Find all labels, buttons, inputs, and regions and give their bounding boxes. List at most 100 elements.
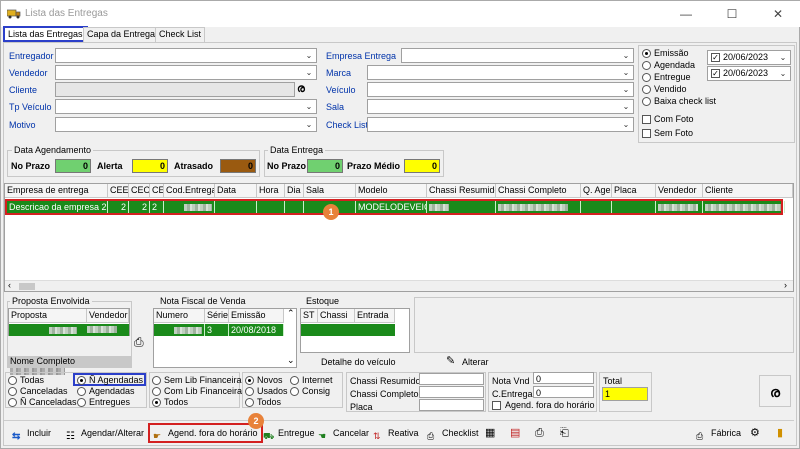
agendada-radio[interactable] — [642, 61, 651, 70]
scroll-down-icon[interactable]: ⌄ — [287, 355, 295, 366]
incluir-button[interactable]: ⇆ Incluir — [12, 425, 51, 442]
col-chassi-completo[interactable]: Chassi Completo — [496, 184, 581, 198]
chassi-resumido-input[interactable] — [419, 373, 484, 385]
col-empresa[interactable]: Empresa de entrega — [5, 184, 108, 198]
col-st[interactable]: ST — [301, 309, 318, 323]
sala-select[interactable]: ⌄ — [367, 99, 634, 114]
exit-door-icon[interactable]: ▮ — [777, 425, 783, 442]
tp-veiculo-select[interactable]: ⌄ — [55, 99, 317, 114]
baixa-radio[interactable] — [642, 97, 651, 106]
print-preview-icon[interactable]: ⎗ — [560, 425, 569, 442]
todos-novos-radio[interactable] — [245, 398, 254, 407]
agend-fora-checkbox[interactable] — [492, 401, 501, 410]
scroll-thumb[interactable] — [19, 283, 35, 290]
entregador-select[interactable]: ⌄ — [55, 48, 317, 63]
chassi-completo-input[interactable] — [419, 386, 484, 398]
entregues-radio[interactable] — [77, 398, 86, 407]
col-sala[interactable]: Sala — [304, 184, 356, 198]
binoculars-search-button[interactable]: ര — [759, 375, 791, 407]
sem-lib-radio[interactable] — [152, 376, 161, 385]
horizontal-scrollbar[interactable]: ‹ › — [5, 280, 793, 291]
placa-input[interactable] — [419, 399, 484, 411]
check-list-select[interactable]: ⌄ — [367, 117, 634, 132]
scroll-left-icon[interactable]: ‹ — [8, 280, 11, 290]
scroll-up-icon[interactable]: ⌃ — [287, 308, 295, 319]
tab-lista-entregas[interactable]: Lista das Entregas — [3, 26, 88, 42]
vendido-radio[interactable] — [642, 85, 651, 94]
entregue-button[interactable]: ⛟ Entregue — [263, 425, 315, 442]
col-modelo[interactable]: Modelo — [356, 184, 427, 198]
emissao-radio[interactable] — [642, 49, 651, 58]
alterar-label[interactable]: Alterar — [462, 357, 489, 367]
report-icon[interactable]: ▦ — [485, 425, 495, 442]
col-cod-entrega[interactable]: Cod.Entrega — [164, 184, 215, 198]
entregue-radio[interactable] — [642, 73, 651, 82]
entregas-grid[interactable]: Empresa de entrega CEE CEO CE Cod.Entreg… — [4, 183, 794, 292]
col-numero[interactable]: Numero — [154, 309, 205, 323]
col-placa[interactable]: Placa — [612, 184, 656, 198]
col-chassi[interactable]: Chassi — [318, 309, 355, 323]
marca-select[interactable]: ⌄ — [367, 65, 634, 80]
settings-icon[interactable]: ⚙ — [750, 425, 760, 442]
col-ceo[interactable]: CEO — [129, 184, 150, 198]
agendadas-radio[interactable] — [77, 387, 86, 396]
date-to-picker[interactable]: ✓ 20/06/2023 ⌄ — [707, 66, 791, 81]
usados-radio[interactable] — [245, 387, 254, 396]
minimize-button[interactable]: — — [663, 1, 709, 27]
col-entrada[interactable]: Entrada — [355, 309, 395, 323]
col-proposta[interactable]: Proposta — [9, 309, 87, 323]
checkbox-checked-icon[interactable]: ✓ — [711, 69, 720, 78]
table-row[interactable] — [301, 324, 395, 336]
binoculars-icon[interactable]: ര — [297, 83, 305, 96]
date-from-picker[interactable]: ✓ 20/06/2023 ⌄ — [707, 50, 791, 65]
n-canceladas-radio[interactable] — [8, 398, 17, 407]
alterar-icon[interactable]: ✎ — [446, 354, 455, 367]
veiculo-select[interactable]: ⌄ — [367, 82, 634, 97]
canceladas-radio[interactable] — [8, 387, 17, 396]
table-row[interactable]: Descricao da empresa 2 2 2 2 MODELODEVEI… — [5, 199, 785, 215]
col-ce[interactable]: CE — [150, 184, 164, 198]
empresa-select[interactable]: ⌄ — [401, 48, 634, 63]
scroll-right-icon[interactable]: › — [784, 280, 787, 290]
col-hora[interactable]: Hora — [257, 184, 285, 198]
col-q-age[interactable]: Q. Age — [581, 184, 612, 198]
printer-icon[interactable]: ⎙ — [535, 425, 544, 442]
proposta-grid[interactable]: Proposta Vendedor — [8, 308, 130, 336]
table-row[interactable]: 3 20/08/2018 — [154, 324, 284, 336]
estoque-grid[interactable]: ST Chassi Entrada — [300, 308, 410, 353]
agend-fora-horario-button[interactable]: ☛ Agend. fora do horário — [148, 423, 263, 443]
todas-radio[interactable] — [8, 376, 17, 385]
n-agendadas-radio[interactable] — [77, 376, 86, 385]
c-entrega-input[interactable]: 0 — [533, 386, 594, 398]
detalhe-veiculo-label[interactable]: Detalhe do veículo — [321, 357, 396, 367]
cancelar-button[interactable]: ☚ Cancelar — [318, 425, 369, 442]
todos-lib-radio[interactable] — [152, 398, 161, 407]
table-row[interactable] — [9, 324, 129, 336]
vendedor-select[interactable]: ⌄ — [55, 65, 317, 80]
spreadsheet-icon[interactable]: ▤ — [510, 425, 520, 442]
maximize-button[interactable]: ☐ — [709, 1, 755, 27]
close-button[interactable]: ✕ — [755, 1, 800, 27]
sem-foto-checkbox[interactable] — [642, 129, 651, 138]
reativa-button[interactable]: ⇅ Reativa — [373, 425, 419, 442]
novos-radio[interactable] — [245, 376, 254, 385]
com-lib-radio[interactable] — [152, 387, 161, 396]
col-emissao[interactable]: Emissão — [229, 309, 284, 323]
com-foto-checkbox[interactable] — [642, 115, 651, 124]
agendar-alterar-button[interactable]: ☷ Agendar/Alterar — [66, 425, 144, 442]
tab-capa-entrega[interactable]: Capa da Entrega — [83, 27, 160, 42]
nota-vnd-input[interactable]: 0 — [533, 372, 594, 384]
col-vendedor[interactable]: Vendedor — [656, 184, 703, 198]
col-cliente[interactable]: Cliente — [703, 184, 793, 198]
col-dia[interactable]: Dia — [285, 184, 304, 198]
tab-check-list[interactable]: Check List — [155, 27, 206, 42]
motivo-select[interactable]: ⌄ — [55, 117, 317, 132]
internet-radio[interactable] — [290, 376, 299, 385]
col-cee[interactable]: CEE — [108, 184, 129, 198]
printer-icon[interactable]: ⎙ — [134, 335, 144, 350]
checkbox-checked-icon[interactable]: ✓ — [711, 53, 720, 62]
nota-grid[interactable]: Numero Série Emissão 3 20/08/2018 ⌃ ⌄ — [153, 308, 297, 368]
consig-radio[interactable] — [290, 387, 299, 396]
col-vendedor-prop[interactable]: Vendedor — [87, 309, 129, 323]
checklist-button[interactable]: ⎙ Checklist — [427, 425, 479, 442]
